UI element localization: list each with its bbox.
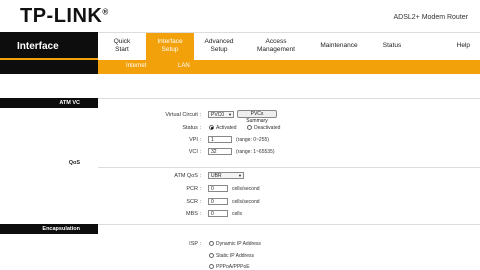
isp-label: ISP : [189, 241, 201, 247]
tp-link-logo: TP-LINK® [20, 5, 109, 28]
divider [98, 224, 480, 225]
isp-static-ip-radio[interactable] [209, 253, 214, 258]
tab-label: Maintenance [320, 42, 358, 49]
nav-tabs: Quick Start Interface Setup Advanced Setup … [98, 32, 480, 61]
logo-text: TP-LINK [20, 5, 103, 27]
scr-label: SCR : [186, 199, 201, 205]
tab-label: Management [257, 46, 295, 53]
tab-status[interactable]: Status [370, 33, 414, 61]
tab-quick-start[interactable]: Quick Start [98, 33, 146, 61]
tab-help[interactable]: Help [414, 33, 480, 61]
status-label: Status : [182, 125, 201, 131]
encapsulation-section-header: Encapsulation [0, 224, 98, 234]
vpi-input[interactable]: 1 [208, 136, 232, 143]
status-activated-radio[interactable] [209, 125, 214, 130]
chevron-down-icon: ▼ [238, 173, 242, 178]
tab-interface-setup[interactable]: Interface Setup [146, 33, 194, 61]
tab-label: Quick [113, 38, 131, 45]
subtab-internet[interactable]: Internet [126, 63, 146, 69]
registered-mark-icon: ® [102, 7, 109, 17]
isp-static-ip-label: Static IP Address [216, 253, 254, 259]
divider [98, 98, 480, 99]
mbs-unit: cells [232, 211, 243, 217]
vci-range: (range: 1~65535) [236, 149, 275, 155]
tab-access-management[interactable]: Access Management [244, 33, 308, 61]
isp-pppoa-pppoe-label: PPPoA/PPPoE [216, 264, 250, 270]
atm-qos-select[interactable]: UBR ▼ [208, 172, 244, 179]
atm-vc-section-header: ATM VC [0, 98, 98, 108]
sub-nav: Internet LAN [0, 60, 480, 74]
tab-label: Interface [157, 38, 183, 45]
header: TP-LINK® ADSL2+ Modem Router [0, 0, 480, 32]
nav-section-title: Interface [17, 41, 59, 52]
vci-input[interactable]: 32 [208, 148, 232, 155]
status-activated-label: Activated [216, 125, 237, 131]
tab-label: Advanced [204, 38, 234, 45]
subtab-lan[interactable]: LAN [178, 63, 190, 69]
model-name: ADSL2+ Modem Router [393, 14, 468, 21]
chevron-down-icon: ▼ [228, 112, 232, 117]
atm-qos-value: UBR [211, 173, 222, 179]
virtual-circuit-value: PVC0 [211, 112, 225, 118]
nav-section-block: Interface [0, 32, 98, 60]
status-deactivated-radio[interactable] [247, 125, 252, 130]
isp-dynamic-ip-label: Dynamic IP Address [216, 241, 261, 247]
pcr-label: PCR : [186, 186, 201, 192]
virtual-circuit-label: Virtual Circuit : [165, 112, 201, 118]
pvcs-summary-button[interactable]: PVCs Summary [237, 110, 277, 124]
vpi-range: (range: 0~255) [236, 137, 269, 143]
pcr-unit: cells/second [232, 186, 260, 192]
tab-label: Setup [161, 46, 179, 53]
main-nav: Interface Quick Start Interface Setup Adva… [0, 32, 480, 61]
vpi-label: VPI : [189, 137, 201, 143]
tab-label: Status [382, 42, 402, 49]
sub-nav-dark-block [0, 60, 98, 74]
status-deactivated-label: Deactivated [254, 125, 281, 131]
atm-qos-label: ATM QoS : [174, 173, 201, 179]
vci-label: VCI : [188, 149, 201, 155]
tab-label: Setup [210, 46, 228, 53]
divider [98, 167, 480, 168]
virtual-circuit-select[interactable]: PVC0 ▼ [208, 111, 234, 118]
isp-pppoa-pppoe-radio[interactable] [209, 264, 214, 269]
scr-input[interactable]: 0 [208, 198, 228, 205]
tab-maintenance[interactable]: Maintenance [308, 33, 370, 61]
isp-dynamic-ip-radio[interactable] [209, 241, 214, 246]
mbs-input[interactable]: 0 [208, 210, 228, 217]
mbs-label: MBS : [186, 211, 201, 217]
scr-unit: cells/second [232, 199, 260, 205]
tab-label: Start [115, 46, 129, 53]
tab-label: Access [265, 38, 287, 45]
tab-advanced-setup[interactable]: Advanced Setup [194, 33, 244, 61]
pcr-input[interactable]: 0 [208, 185, 228, 192]
qos-section-title: QoS [68, 160, 80, 166]
tab-label: Help [456, 42, 470, 49]
